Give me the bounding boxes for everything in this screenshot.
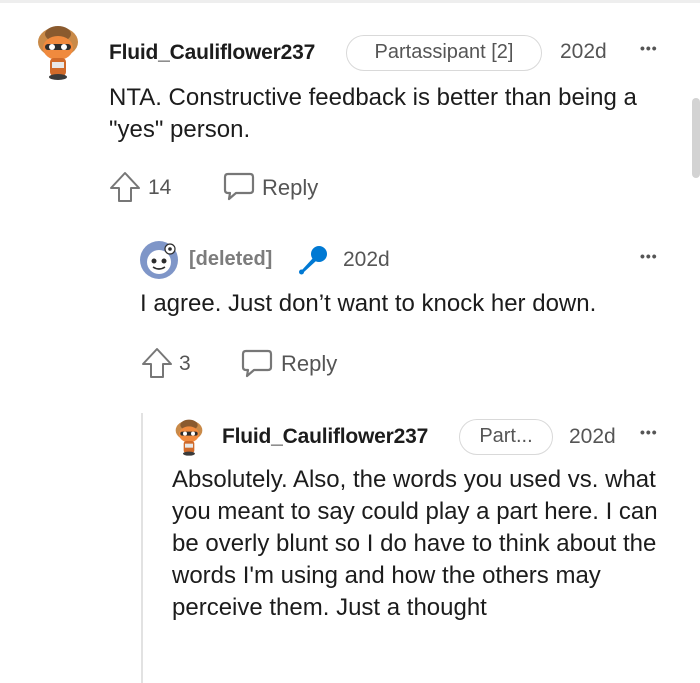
snoo-avatar-orange-icon[interactable] (172, 417, 206, 457)
comment-body: Absolutely. Also, the words you used vs.… (172, 466, 658, 621)
reply-button[interactable]: Reply (262, 175, 318, 201)
reply-icon[interactable] (240, 347, 274, 379)
comment-age: 202d (343, 248, 390, 271)
more-options-button[interactable]: ••• (640, 40, 658, 56)
snoo-avatar-default-icon[interactable] (139, 240, 179, 280)
thread-line-level-2[interactable] (141, 413, 143, 683)
comment-body: I agree. Just don’t want to knock her do… (140, 290, 597, 317)
comment-author[interactable]: Fluid_Cauliflower237 (222, 425, 428, 449)
top-divider (0, 0, 700, 3)
microphone-icon (299, 246, 327, 275)
upvote-icon[interactable] (140, 346, 174, 380)
vote-count: 14 (148, 176, 172, 199)
reply-icon[interactable] (222, 170, 256, 202)
more-options-button[interactable]: ••• (640, 248, 658, 264)
user-flair: Partassipant [2] (346, 35, 542, 71)
comment-age: 202d (560, 40, 607, 63)
comment-author[interactable]: Fluid_Cauliflower237 (109, 41, 315, 65)
comment-body: NTA. Constructive feedback is better tha… (109, 84, 637, 143)
snoo-avatar-orange-icon (38, 26, 78, 80)
comment-author: [deleted] (189, 248, 273, 270)
upvote-icon[interactable] (108, 170, 142, 204)
comment-age: 202d (569, 425, 616, 448)
vote-count: 3 (179, 352, 191, 375)
user-avatar[interactable] (34, 22, 82, 82)
user-flair: Part... (459, 419, 553, 455)
reply-button[interactable]: Reply (281, 351, 337, 377)
scrollbar-thumb[interactable] (692, 98, 700, 178)
more-options-button[interactable]: ••• (640, 424, 658, 440)
